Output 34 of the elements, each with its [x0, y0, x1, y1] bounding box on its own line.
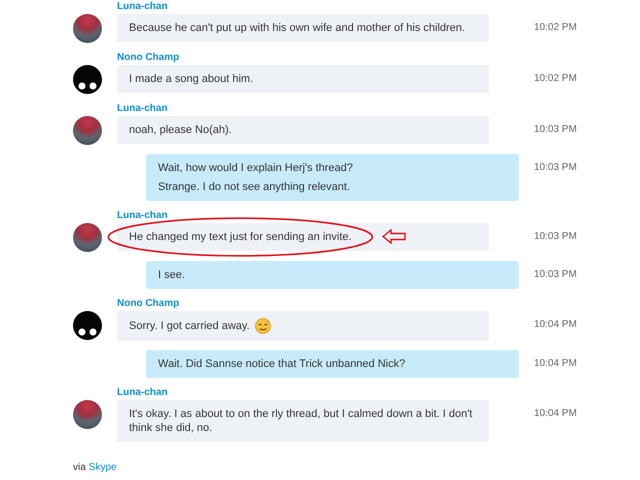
message-text: Sorry. I got carried away.: [129, 318, 271, 334]
sender-name: Nono Champ: [117, 298, 180, 310]
avatar-photo-placeholder: [73, 116, 102, 145]
avatar-photo-placeholder: [73, 14, 102, 43]
message-time: 10:02 PM: [534, 21, 577, 35]
message-time: 10:03 PM: [534, 230, 577, 244]
sender-name: Nono Champ: [117, 52, 180, 64]
sender-name: Luna-chan: [117, 387, 168, 399]
message-text: He changed my text just for sending an invite.: [129, 230, 352, 244]
message-text: I made a song about him.: [129, 72, 254, 86]
message-text: I see.: [158, 268, 185, 282]
message-time: 10:02 PM: [534, 72, 577, 86]
message-time: 10:04 PM: [534, 357, 577, 371]
message-time: 10:03 PM: [534, 123, 577, 137]
message-time: 10:03 PM: [534, 268, 577, 282]
avatar-photo-placeholder: [73, 223, 102, 252]
sender-name: Luna-chan: [117, 1, 168, 13]
message-text: Wait, how would I explain Herj's thread?: [158, 161, 353, 175]
sender-name: Luna-chan: [117, 103, 168, 115]
avatar-icon: [73, 311, 102, 340]
message-text: Wait. Did Sannse notice that Trick unbanned Nick?: [158, 357, 406, 371]
message-text: Because he can't put up with his own wife and mother of his children.: [129, 21, 465, 35]
message-text: Strange. I do not see anything relevant.: [158, 180, 350, 194]
sender-name: Luna-chan: [117, 210, 168, 222]
skype-link[interactable]: Skype: [88, 462, 117, 474]
message-time: 10:03 PM: [534, 161, 577, 175]
pointing-arrow-icon: [382, 229, 406, 244]
avatar-photo-placeholder: [73, 400, 102, 429]
message-text: noah, please No(ah).: [129, 123, 232, 137]
avatar-icon: [73, 65, 102, 94]
message-text: It's okay. I as about to on the rly thread, but I calmed down a bit. I don't think she did, no.: [129, 407, 474, 435]
via-label: via: [73, 462, 86, 474]
message-time: 10:04 PM: [534, 407, 577, 421]
message-time: 10:04 PM: [534, 318, 577, 332]
